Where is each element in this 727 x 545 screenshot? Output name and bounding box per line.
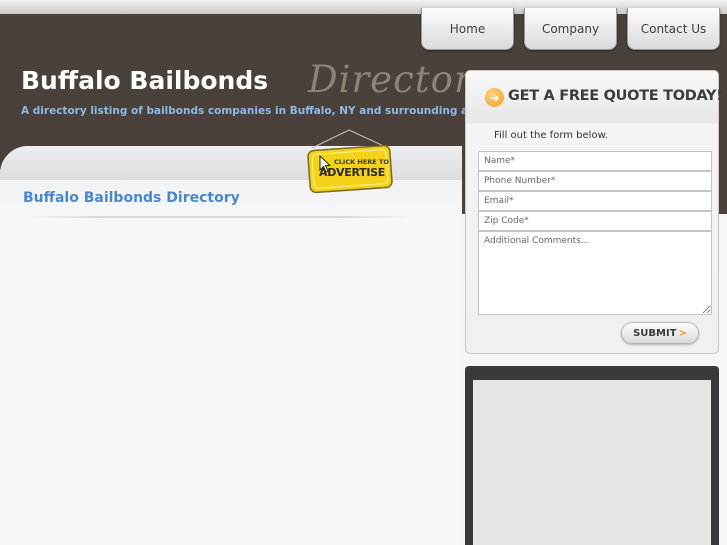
main-nav: Home Company Contact Us	[0, 8, 727, 50]
nav-home[interactable]: Home	[421, 8, 514, 50]
sidebar-widget	[465, 366, 719, 545]
zip-code-field[interactable]	[478, 211, 712, 231]
arrow-right-circle-icon: ➜	[485, 88, 504, 107]
site-title[interactable]: Buffalo Bailbonds	[21, 66, 268, 95]
submit-button[interactable]: SUBMIT >	[621, 322, 699, 344]
advertise-badge[interactable]: CLICK HERE TO ADVERTISE	[306, 128, 394, 196]
sidebar-widget-content	[473, 380, 711, 545]
quote-form-box: ➜ GET A FREE QUOTE TODAY! Fill out the f…	[465, 70, 723, 354]
phone-field[interactable]	[478, 171, 712, 191]
submit-label: SUBMIT	[633, 327, 677, 339]
quote-subtitle: Fill out the form below.	[494, 130, 609, 141]
advertise-big-text: ADVERTISE	[319, 166, 385, 179]
email-field[interactable]	[478, 191, 712, 211]
quote-header: ➜ GET A FREE QUOTE TODAY!	[466, 71, 723, 123]
name-field[interactable]	[478, 151, 712, 171]
quote-title: GET A FREE QUOTE TODAY!	[508, 88, 723, 104]
page-title: Buffalo Bailbonds Directory	[23, 190, 240, 206]
site-tagline: A directory listing of bailbonds compani…	[21, 105, 494, 117]
nav-contact-us[interactable]: Contact Us	[627, 8, 720, 50]
heading-divider	[20, 216, 420, 218]
advertise-small-text: CLICK HERE TO	[334, 158, 389, 166]
chevron-right-icon: >	[678, 327, 687, 339]
nav-company[interactable]: Company	[524, 8, 617, 50]
comments-field[interactable]	[478, 231, 712, 315]
